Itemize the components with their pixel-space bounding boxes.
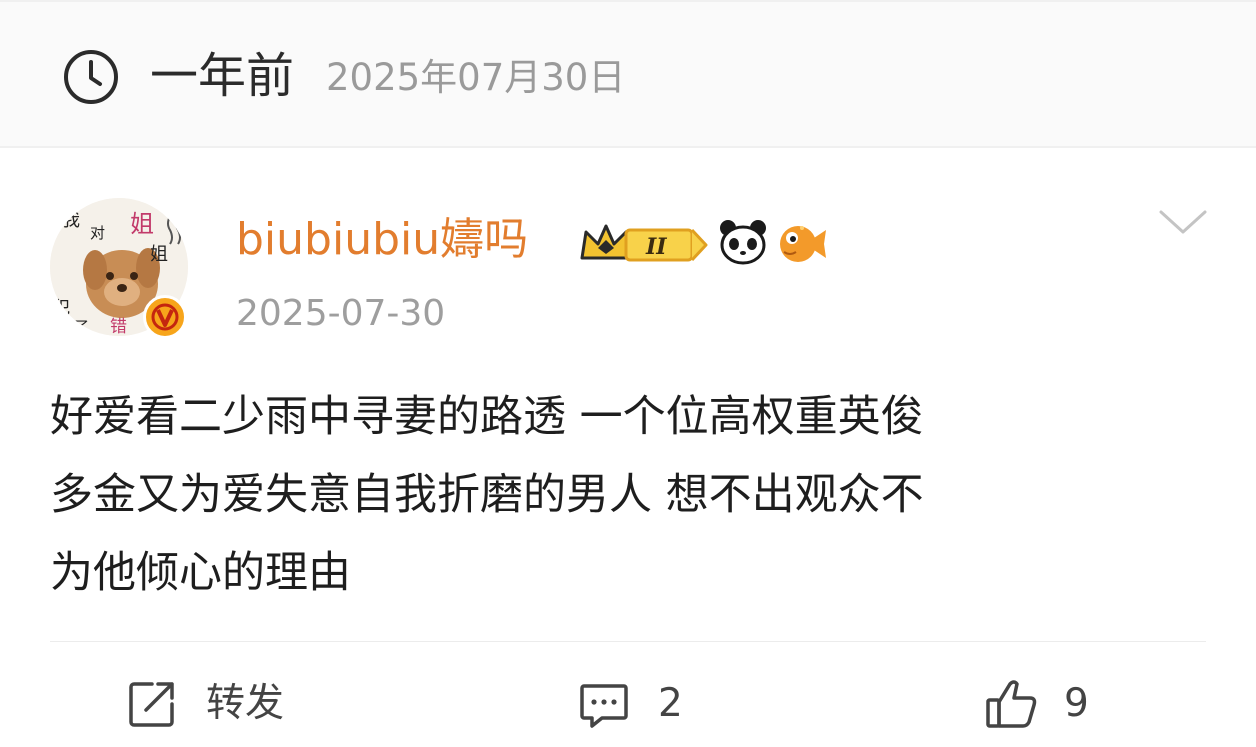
time-header: 一年前 2025年07月30日 (0, 2, 1256, 146)
crown-badge-icon[interactable]: II (578, 218, 712, 266)
repost-button[interactable]: 转发 (126, 676, 306, 732)
repost-label: 转发 (206, 681, 285, 726)
comment-button[interactable]: 2 (578, 676, 698, 732)
like-button[interactable]: 9 (984, 676, 1104, 732)
post-card: 我 对 姐 姐 犯 了 错 biubiubiu嬦吗 II 2025-07-30 … (0, 148, 1256, 747)
post-date: 2025-07-30 (236, 293, 446, 334)
chevron-down-icon[interactable] (1158, 208, 1208, 238)
clock-icon (64, 50, 118, 104)
avatar-text-2: 对 (90, 224, 105, 242)
like-count: 9 (1064, 681, 1089, 726)
post-content[interactable]: 好爱看二少雨中寻妻的路透 一个位高权重英俊 多金又为爱失意自我折磨的男人 想不出… (50, 378, 1210, 612)
header-date: 2025年07月30日 (326, 56, 626, 99)
comment-icon (580, 684, 628, 728)
content-line-3: 为他倾心的理由 (50, 548, 351, 598)
avatar-text-5: 犯 (52, 298, 70, 319)
verified-badge (143, 295, 187, 339)
badge-level: II (645, 234, 667, 260)
content-line-2: 多金又为爱失意自我折磨的男人 想不出观众不 (50, 470, 924, 520)
divider (50, 641, 1206, 642)
pufferfish-icon[interactable] (776, 218, 828, 266)
panda-icon[interactable] (718, 218, 768, 266)
avatar-text-4: 姐 (150, 244, 168, 265)
like-icon (986, 680, 1037, 728)
comment-count: 2 (658, 681, 683, 726)
content-line-1: 好爱看二少雨中寻妻的路透 一个位高权重英俊 (50, 392, 924, 442)
relative-time: 一年前 (150, 48, 295, 104)
repost-icon (129, 682, 174, 727)
avatar-text-7: 错 (110, 317, 127, 336)
avatar-text-1: 我 (62, 210, 80, 231)
avatar-text-3: 姐 (130, 210, 154, 238)
username[interactable]: biubiubiu嬦吗 (236, 212, 528, 268)
verified-v-icon (148, 300, 182, 334)
avatar-text-6: 了 (74, 318, 89, 336)
